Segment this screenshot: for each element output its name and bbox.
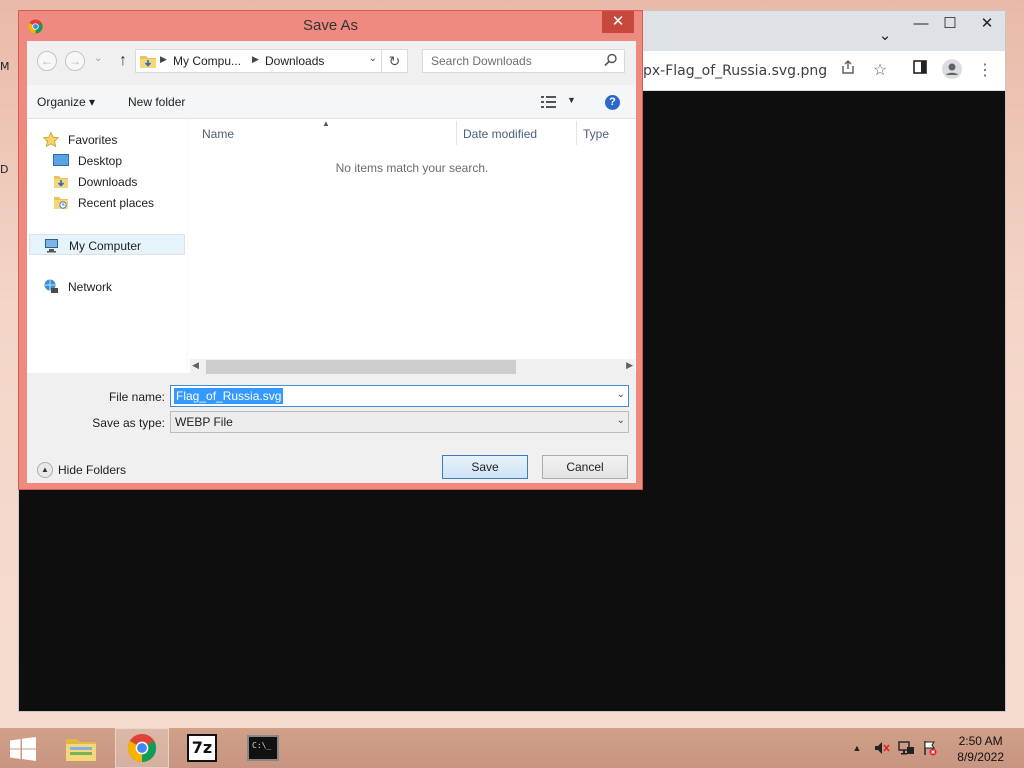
save-as-type-select[interactable]: WEBP File ⌄	[170, 411, 629, 433]
command-prompt-taskbar-button[interactable]: C:\_	[236, 728, 290, 768]
downloads-folder-icon	[140, 54, 156, 68]
save-as-dialog: Save As ✕ ← → ⌄ ↑ ▶ My Compu... ▶ Downlo…	[18, 10, 643, 490]
breadcrumb-my-computer[interactable]: My Compu...	[173, 54, 241, 68]
horizontal-scrollbar[interactable]: ◀ ▶	[190, 359, 635, 375]
column-divider[interactable]	[456, 121, 457, 145]
profile-icon[interactable]	[940, 59, 964, 83]
file-list: ▲ Name Date modified Type No items match…	[187, 119, 636, 375]
new-folder-button[interactable]: New folder	[128, 95, 185, 109]
star-icon[interactable]: ☆	[868, 59, 892, 83]
clock-date: 8/9/2022	[957, 750, 1004, 764]
breadcrumb-separator-icon[interactable]: ▶	[160, 54, 167, 65]
address-bar-text[interactable]: px-Flag_of_Russia.svg.png	[643, 63, 827, 79]
organize-menu[interactable]: Organize ▾	[37, 95, 95, 109]
column-header-date-modified[interactable]: Date modified	[463, 127, 537, 141]
scrollbar-thumb[interactable]	[206, 360, 516, 374]
close-window-button[interactable]: ✕	[972, 13, 1002, 35]
search-icon	[604, 53, 618, 67]
view-options-dropdown-icon[interactable]: ▼	[567, 95, 576, 105]
desktop-icon-label-2: D	[0, 163, 9, 176]
empty-message: No items match your search.	[335, 161, 489, 175]
file-name-value[interactable]: Flag_of_Russia.svg	[174, 388, 284, 404]
share-icon[interactable]	[836, 59, 860, 83]
forward-button[interactable]: →	[65, 51, 85, 71]
chrome-icon	[127, 733, 157, 763]
scroll-left-icon[interactable]: ◀	[192, 360, 199, 371]
breadcrumb[interactable]: ▶ My Compu... ▶ Downloads ⌄	[135, 49, 382, 73]
volume-muted-icon[interactable]	[874, 740, 890, 756]
desktop-icon	[53, 153, 69, 168]
chrome-taskbar-button[interactable]	[115, 728, 169, 768]
file-explorer-icon	[66, 739, 96, 761]
nav-favorites-label: Favorites	[68, 133, 118, 147]
network-icon	[43, 279, 59, 294]
help-icon[interactable]: ?	[605, 95, 620, 110]
refresh-button[interactable]: ↻	[382, 49, 408, 73]
breadcrumb-downloads[interactable]: Downloads	[265, 54, 324, 68]
nav-network[interactable]: Network	[27, 276, 187, 297]
dialog-body: ← → ⌄ ↑ ▶ My Compu... ▶ Downloads ⌄ ↻ Or…	[27, 41, 636, 483]
7zip-taskbar-button[interactable]: 7z	[175, 728, 229, 768]
minimize-button[interactable]: —	[906, 13, 936, 35]
save-as-type-dropdown-icon[interactable]: ⌄	[617, 415, 625, 426]
nav-my-computer[interactable]: My Computer	[29, 234, 185, 255]
scroll-right-icon[interactable]: ▶	[626, 360, 633, 371]
recent-locations-dropdown[interactable]: ⌄	[94, 53, 102, 64]
downloads-folder-icon	[53, 174, 69, 189]
nav-favorites[interactable]: Favorites	[27, 129, 187, 150]
breadcrumb-history-dropdown-icon[interactable]: ⌄	[369, 53, 377, 64]
computer-icon	[44, 238, 60, 253]
maximize-button[interactable]: ☐	[935, 13, 965, 35]
search-box[interactable]	[422, 49, 625, 73]
recent-places-icon	[53, 195, 69, 210]
show-hidden-icons-button[interactable]: ▲	[849, 740, 865, 756]
taskbar: 7z C:\_ ▲ 2:50 AM 8/9/2022	[0, 728, 1024, 768]
nav-desktop[interactable]: Desktop	[27, 150, 187, 171]
star-icon	[42, 131, 60, 148]
command-prompt-icon: C:\_	[247, 735, 279, 761]
back-button[interactable]: ←	[37, 51, 57, 71]
nav-recent-places[interactable]: Recent places	[27, 192, 187, 213]
file-explorer-taskbar-button[interactable]	[54, 728, 108, 768]
column-header-type[interactable]: Type	[583, 127, 609, 141]
tab-list-dropdown-icon[interactable]: ⌄	[870, 25, 900, 47]
file-name-field[interactable]: Flag_of_Russia.svg ⌄	[170, 385, 629, 407]
desktop-icon-label-1: M	[0, 60, 10, 73]
save-as-type-label: Save as type:	[92, 416, 165, 430]
cancel-button[interactable]: Cancel	[542, 455, 628, 479]
nav-downloads-label: Downloads	[78, 175, 138, 189]
hide-folders-label: Hide Folders	[58, 463, 127, 477]
file-name-dropdown-icon[interactable]: ⌄	[617, 389, 625, 400]
save-as-type-value: WEBP File	[175, 415, 233, 429]
nav-recent-places-label: Recent places	[78, 196, 155, 210]
action-center-icon[interactable]	[922, 740, 938, 756]
7zip-icon: 7z	[187, 734, 217, 762]
column-divider[interactable]	[576, 121, 577, 145]
nav-my-computer-label: My Computer	[69, 239, 142, 253]
change-view-icon[interactable]	[541, 95, 557, 109]
command-bar: Organize ▾ New folder ▼ ?	[27, 85, 636, 119]
sort-ascending-icon: ▲	[322, 119, 330, 128]
save-button[interactable]: Save	[442, 455, 528, 479]
nav-downloads[interactable]: Downloads	[27, 171, 187, 192]
nav-network-label: Network	[68, 280, 113, 294]
navigation-pane: Favorites Desktop Downloads Recent place…	[27, 119, 187, 373]
breadcrumb-separator-icon[interactable]: ▶	[252, 54, 259, 65]
search-input[interactable]	[423, 50, 598, 72]
system-clock[interactable]: 2:50 AM 8/9/2022	[957, 733, 1004, 765]
up-folder-button[interactable]: ↑	[115, 50, 131, 72]
menu-icon[interactable]: ⋮	[973, 59, 997, 83]
dialog-close-button[interactable]: ✕	[602, 11, 634, 33]
clock-time: 2:50 AM	[958, 734, 1003, 748]
dialog-title: Save As	[302, 17, 359, 34]
file-name-label: File name:	[108, 390, 165, 404]
network-status-icon[interactable]	[898, 740, 914, 756]
nav-desktop-label: Desktop	[78, 154, 123, 168]
windows-start-icon[interactable]	[10, 737, 36, 761]
sidepanel-icon[interactable]	[908, 59, 932, 83]
column-header-name[interactable]: Name	[202, 127, 234, 141]
chevron-up-icon: ▲	[37, 462, 53, 478]
